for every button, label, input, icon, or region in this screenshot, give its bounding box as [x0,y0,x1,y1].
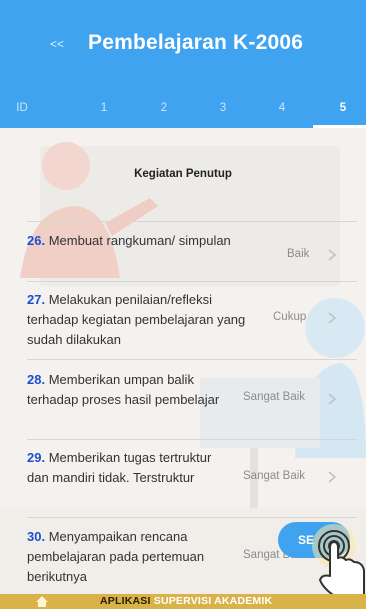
item-rating: Cukup [273,311,307,323]
back-button[interactable]: << [50,37,64,51]
home-icon[interactable] [35,595,49,608]
footer-label: APLIKASI SUPERVISI AKADEMIK [100,595,272,607]
footer-label-app: APLIKASI [100,595,151,607]
item-rating: Baik [287,248,310,260]
tab-3[interactable]: 3 [203,88,243,128]
item-text: 28. Memberikan umpan balik terhadap pros… [27,370,227,410]
chevron-right-icon [328,393,337,405]
tab-1[interactable]: 1 [84,88,124,128]
tab-4[interactable]: 4 [262,88,302,128]
tab-bar: ID 1 2 3 4 5 [0,88,366,128]
item-description: Menyampaikan rencana pembelajaran pada p… [27,529,205,584]
tab-5[interactable]: 5 [323,88,363,128]
item-description: Memberikan tugas tertruktur dan mandiri … [27,450,212,485]
item-number: 28. [27,372,46,387]
list-item[interactable]: 27. Melakukan penilaian/refleksi terhada… [27,290,357,354]
chevron-right-icon [328,471,337,483]
item-number: 30. [27,529,46,544]
divider [27,221,357,222]
tab-2[interactable]: 2 [144,88,184,128]
list-item[interactable]: 29. Memberikan tugas tertruktur dan mand… [27,448,357,512]
item-text: 27. Melakukan penilaian/refleksi terhada… [27,290,255,350]
divider [27,439,357,440]
footer-label-title: SUPERVISI AKADEMIK [153,595,273,607]
list-item[interactable]: 26. Membuat rangkuman/ simpulan Baik [27,231,357,275]
item-number: 29. [27,450,46,465]
item-text: 29. Memberikan tugas tertruktur dan mand… [27,448,232,488]
item-description: Membuat rangkuman/ simpulan [48,233,231,248]
item-text: 26. Membuat rangkuman/ simpulan [27,231,255,251]
item-number: 26. [27,233,46,248]
chevron-right-icon [328,312,337,324]
item-description: Melakukan penilaian/refleksi terhadap ke… [27,292,246,347]
divider [27,359,357,360]
footer-bar: APLIKASI SUPERVISI AKADEMIK [0,594,366,609]
item-rating: Sangat Baik [243,470,306,482]
page-title: Pembelajaran K-2006 [88,31,304,54]
item-description: Memberikan umpan balik terhadap proses h… [27,372,220,407]
item-number: 27. [27,292,46,307]
app-header: << Pembelajaran K-2006 ID 1 2 3 4 5 [0,0,366,128]
section-title: Kegiatan Penutup [134,168,232,180]
list-item[interactable]: 28. Memberikan umpan balik terhadap pros… [27,370,357,434]
tab-id[interactable]: ID [2,88,42,128]
item-rating: Sangat Baik [243,391,306,403]
divider [27,281,357,282]
chevron-right-icon [328,249,337,261]
touch-hand-icon [312,524,365,598]
item-text: 30. Menyampaikan rencana pembelajaran pa… [27,527,227,587]
